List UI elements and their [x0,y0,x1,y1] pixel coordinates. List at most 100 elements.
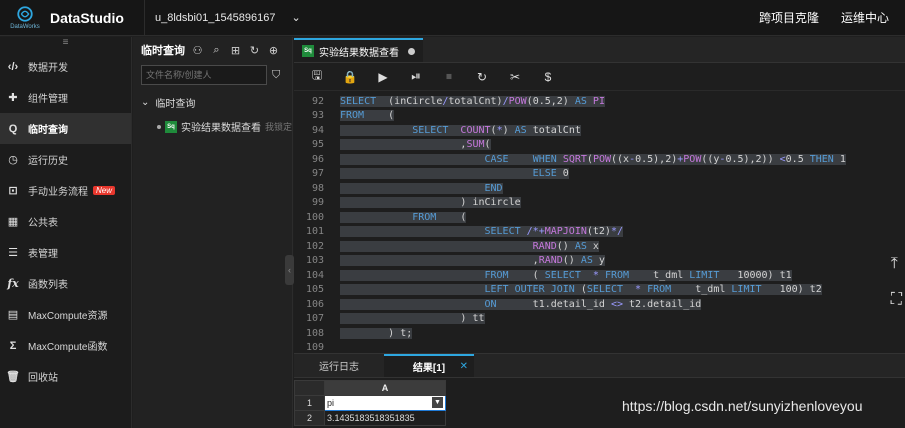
code-line[interactable]: 109 [294,341,905,352]
ops-center-link[interactable]: 运维中心 [841,9,889,26]
code-line[interactable]: 94 SELECT COUNT(*) AS totalCnt [294,123,905,138]
left-nav: ≡ ‹/› 数据开发 ✚ 组件管理 Q 临时查询 ◷ 运行历史 ⊡ 手动业务流程 New ▦… [0,37,132,428]
user-icon[interactable]: ⚇ [191,44,204,57]
refresh-icon[interactable]: ↻ [248,44,261,57]
column-header[interactable]: A [324,380,446,396]
file-search-input[interactable] [141,65,267,85]
project-selector[interactable]: u_8ldsbi01_1545896167 ⌄ [144,0,301,36]
line-number: 101 [305,226,324,238]
dataworks-logo[interactable]: DataWorks [0,0,50,36]
cross-project-clone-link[interactable]: 跨项目克隆 [759,9,819,26]
code-line[interactable]: 105 LEFT OUTER JOIN (SELECT * FROM t_dml… [294,283,905,298]
code-line[interactable]: 98 END [294,181,905,196]
new-badge: New [93,186,116,195]
code-line[interactable]: 100 FROM ( [294,210,905,225]
tab-result-1[interactable]: 结果[1] ✕ [384,354,474,377]
unsaved-dot-icon[interactable] [408,47,415,55]
clock-icon: ◷ [8,154,18,166]
nav-item-temp-query[interactable]: Q 临时查询 [0,113,131,144]
nav-item-manual-workflow[interactable]: ⊡ 手动业务流程 New [0,175,131,206]
line-number: 92 [311,95,324,107]
lock-icon[interactable]: 🔒 [343,70,358,84]
fullscreen-icon[interactable]: ⛶ [891,291,902,309]
nav-item-functions[interactable]: fx 函数列表 [0,268,131,299]
code-line[interactable]: 95 ,SUM( [294,138,905,153]
tree-folder-temp-query[interactable]: ⌄ 临时查询 [133,95,292,110]
nav-collapse-icon[interactable]: ≡ [0,37,131,51]
tab-run-log[interactable]: 运行日志 [294,354,384,377]
code-line[interactable]: 96 CASE WHEN SQRT(POW((x-0.5),2)+POW((y-… [294,152,905,167]
code-line[interactable]: 102 RAND() AS x [294,239,905,254]
line-number: 104 [305,269,324,281]
code-text: ) tt [340,313,485,325]
puzzle-icon: ✚ [8,92,18,104]
reload-icon[interactable]: ↻ [475,70,489,84]
code-line[interactable]: 108 ) t; [294,326,905,341]
file-explorer: 临时查询 ⚇ ⌕ ⊞ ↻ ⊕ ⛉ ⌄ 临时查询 Sq 实验结果数据查看 我锁定 [133,37,293,428]
row-number: 1 [294,395,325,411]
code-text: SELECT (inCircle/totalCnt)/POW(0.5,2) AS… [340,95,605,107]
resource-icon: ▤ [7,309,19,321]
tree-file-item[interactable]: Sq 实验结果数据查看 我锁定 [133,119,292,134]
code-text: RAND() AS x [340,240,599,252]
filter-icon[interactable]: ⛉ [272,69,280,82]
nav-item-components[interactable]: ✚ 组件管理 [0,82,131,113]
dataworks-logo-icon [17,6,33,22]
nav-item-public-tables[interactable]: ▦ 公共表 [0,206,131,237]
line-number: 94 [311,124,324,136]
save-icon[interactable]: 🖫 [310,68,324,84]
value-cell[interactable]: 3.1435183518351835 [324,410,446,426]
code-editor[interactable]: 92 SELECT (inCircle/totalCnt)/POW(0.5,2) … [294,94,905,352]
watermark: https://blog.csdn.net/sunyizhenloveyou [622,398,863,414]
nav-item-mc-functions[interactable]: Σ MaxCompute函数 [0,330,131,361]
grid-corner [294,380,325,396]
header-cell[interactable]: pi ▼ [324,395,446,411]
code-text: ) inCircle [340,197,521,209]
file-search-icon[interactable]: ⌕ [210,44,223,57]
code-text: ,SUM( [340,139,491,151]
code-line[interactable]: 92 SELECT (inCircle/totalCnt)/POW(0.5,2) … [294,94,905,109]
code-text: FROM ( SELECT * FROM t_dml LIMIT 10000) … [340,269,792,281]
nav-item-run-history[interactable]: ◷ 运行历史 [0,144,131,175]
top-bar: DataWorks DataStudio u_8ldsbi01_15458961… [0,0,905,36]
close-icon[interactable]: ✕ [460,361,468,372]
code-line[interactable]: 103 ,RAND() AS y [294,254,905,269]
panel-resize-handle[interactable]: ‹ [285,255,294,285]
code-line[interactable]: 97 ELSE 0 [294,167,905,182]
chevron-down-icon[interactable]: ▼ [432,397,443,408]
nav-item-table-manage[interactable]: ☰ 表管理 [0,237,131,268]
run-with-params-icon[interactable]: ⏯ [409,69,423,84]
editor-area: Sq 实验结果数据查看 🖫 🔒 ▶ ⏯ ⏹ ↻ ✂ $ 92 SELECT (in… [294,37,905,428]
app-title[interactable]: DataStudio [50,10,130,26]
format-icon[interactable]: ✂ [508,70,522,84]
nav-item-data-dev[interactable]: ‹/› 数据开发 [0,51,131,82]
locate-icon[interactable]: ⊕ [267,44,280,57]
editor-tab[interactable]: Sq 实验结果数据查看 [294,38,423,62]
run-icon[interactable]: ▶ [376,70,390,84]
stop-icon[interactable]: ⏹ [442,69,456,84]
nav-item-recycle-bin[interactable]: 🗑 回收站 [0,361,131,392]
result-grid: A 1 pi ▼ 2 3.1435183518351835 [294,380,446,426]
line-number: 99 [311,197,324,209]
cost-estimate-icon[interactable]: $ [541,70,555,84]
code-line[interactable]: 99 ) inCircle [294,196,905,211]
code-icon: ‹/› [7,60,19,73]
code-line[interactable]: 101 SELECT /*+MAPJOIN(t2)*/ [294,225,905,240]
row-number: 2 [294,410,325,426]
code-line[interactable]: 93 FROM ( [294,109,905,124]
code-line[interactable]: 104 FROM ( SELECT * FROM t_dml LIMIT 100… [294,268,905,283]
line-number: 102 [305,240,324,252]
file-name: 实验结果数据查看 [180,123,261,134]
new-file-icon[interactable]: ⊞ [229,44,242,57]
code-text: SELECT COUNT(*) AS totalCnt [340,124,581,136]
line-number: 109 [305,342,324,352]
logo-text: DataWorks [10,24,40,30]
table-manage-icon: ☰ [8,247,18,259]
result-panel: 运行日志 结果[1] ✕ A 1 pi ▼ 2 3.1435183518351835 [294,353,905,428]
file-lock-status: 我锁定 [264,122,292,132]
nav-item-mc-resources[interactable]: ▤ MaxCompute资源 [0,299,131,330]
code-line[interactable]: 106 ON t1.detail_id <> t2.detail_id [294,297,905,312]
line-number: 93 [311,110,324,122]
scroll-top-icon[interactable]: ⤒ [891,255,902,273]
code-line[interactable]: 107 ) tt [294,312,905,327]
